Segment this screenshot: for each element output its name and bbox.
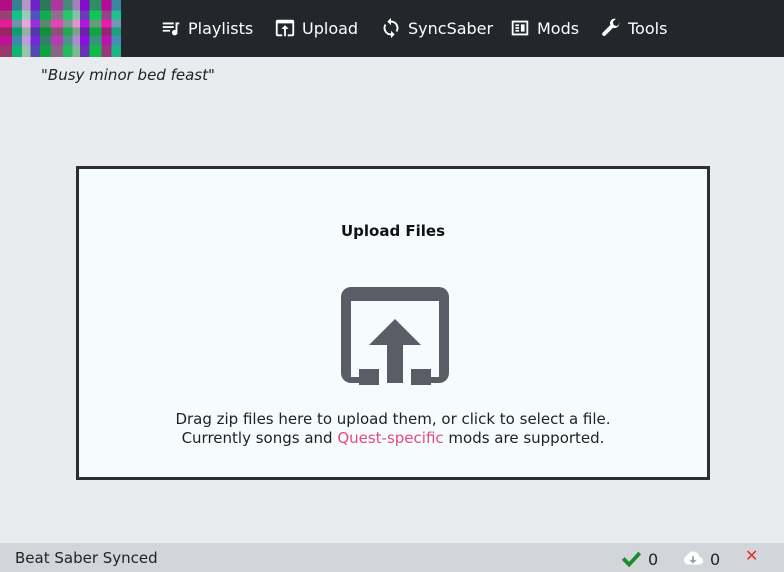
nav-mods-label: Mods (537, 18, 580, 38)
status-title: Beat Saber Synced (15, 549, 158, 567)
wrench-icon (602, 18, 621, 36)
dropzone-line2-after: mods are supported. (443, 429, 605, 447)
synced-count: 0 (620, 548, 658, 570)
cloud-download-icon (684, 551, 704, 565)
download-count: 0 (682, 548, 720, 570)
dropzone-line2: Currently songs and Quest-specific mods … (79, 429, 707, 448)
check-icon (621, 551, 642, 568)
upload-dropzone[interactable]: Upload Files Drag zip files here to uplo… (76, 166, 710, 480)
dropzone-line2-before: Currently songs and (181, 429, 338, 447)
nav-syncsaber[interactable]: SyncSaber (380, 14, 493, 42)
quest-specific-link[interactable]: Quest-specific (337, 429, 443, 447)
app-logo[interactable] (0, 0, 121, 57)
nav-tools-label: Tools (628, 18, 668, 38)
nav-playlists[interactable]: Playlists (160, 14, 253, 42)
synced-count-value: 0 (648, 549, 659, 569)
dropzone-instructions: Drag zip files here to upload them, or c… (79, 410, 707, 448)
dropzone-title: Upload Files (340, 222, 446, 240)
upload-box-icon (341, 287, 449, 385)
sync-icon (383, 17, 399, 39)
nav-playlists-label: Playlists (188, 18, 254, 38)
nav-tools[interactable]: Tools (600, 14, 667, 42)
close-icon[interactable]: ✕ (745, 546, 758, 565)
nav-upload-label: Upload (302, 18, 359, 38)
tagline-quote: "Busy minor bed feast" (41, 66, 215, 84)
download-count-value: 0 (710, 549, 721, 569)
nav-syncsaber-label: SyncSaber (408, 18, 494, 38)
top-navigation-bar: Playlists Upload SyncSaber Mods Tools (0, 0, 784, 57)
playlist-icon (162, 22, 180, 36)
nav-upload[interactable]: Upload (274, 14, 358, 42)
mods-icon (511, 20, 529, 36)
upload-icon (275, 19, 295, 37)
status-bar: Beat Saber Synced 0 0 ✕ (0, 543, 784, 572)
nav-mods[interactable]: Mods (509, 14, 579, 42)
dropzone-line1: Drag zip files here to upload them, or c… (175, 410, 611, 428)
